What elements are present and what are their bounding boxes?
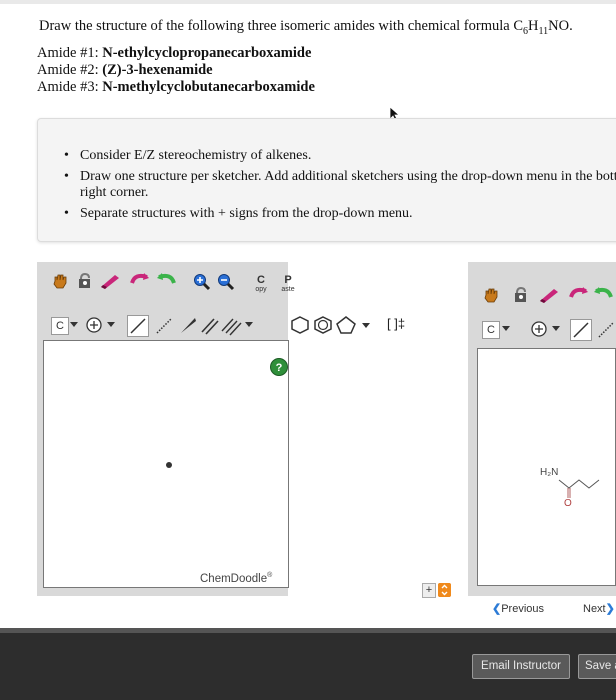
chevron-down-icon[interactable] — [502, 326, 510, 332]
amide-list: Amide #1: N-ethylcyclopropanecarboxamide… — [37, 45, 315, 96]
hand-icon[interactable] — [51, 272, 69, 290]
eraser-icon[interactable] — [99, 272, 123, 290]
top-strip — [0, 0, 616, 4]
question-suffix: NO. — [548, 18, 573, 34]
chevron-down-icon[interactable] — [107, 322, 115, 328]
cyclohexane-icon[interactable] — [291, 316, 309, 334]
benzene-icon[interactable] — [314, 316, 332, 334]
help-icon[interactable]: ? — [269, 357, 289, 377]
element-selector[interactable]: C — [51, 317, 69, 335]
lasso-icon[interactable] — [76, 272, 94, 290]
oxygen-label: O — [564, 498, 572, 509]
ring-toolbar — [291, 316, 370, 334]
chevron-down-icon[interactable] — [245, 322, 253, 328]
copy-button[interactable]: C opy — [251, 274, 271, 296]
question-text: Draw the structure of the following thre… — [39, 18, 573, 37]
charge-plus-icon[interactable] — [530, 320, 548, 338]
redo-icon[interactable] — [155, 271, 177, 289]
amide-2: Amide #2: (Z)-3-hexenamide — [37, 62, 213, 78]
redo-icon[interactable] — [592, 285, 614, 303]
footer-edge — [0, 628, 616, 633]
bracket-tool[interactable]: [ ]‡ — [387, 316, 405, 331]
wedge-bond-icon[interactable] — [178, 316, 198, 336]
instruction-item: • Separate structures with + signs from t… — [64, 206, 413, 221]
atom-dot — [166, 462, 172, 468]
chevron-left-icon: ❮ — [492, 603, 502, 615]
paste-button[interactable]: P aste — [278, 274, 298, 296]
eraser-icon[interactable] — [538, 286, 562, 304]
previous-button[interactable]: ❮Previous — [492, 602, 544, 615]
amide-1: Amide #1: N-ethylcyclopropanecarboxamide — [37, 45, 312, 61]
hashed-bond-icon[interactable] — [596, 320, 616, 340]
zoom-in-icon[interactable] — [193, 273, 211, 291]
undo-icon[interactable] — [568, 285, 590, 303]
instructions-box: • Consider E/Z stereochemistry of alkenes… — [37, 118, 616, 242]
email-instructor-button[interactable]: Email Instructor — [472, 654, 570, 679]
double-bond-icon[interactable] — [200, 316, 220, 336]
instruction-item: • Draw one structure per sketcher. Add ad… — [64, 169, 616, 200]
formula-subscript-11: 11 — [538, 26, 549, 37]
save-button[interactable]: Save a — [578, 654, 616, 679]
formula-h: H — [528, 18, 539, 34]
chevron-down-icon[interactable] — [70, 322, 78, 328]
zoom-out-icon[interactable] — [217, 273, 235, 291]
hashed-bond-icon[interactable] — [154, 316, 174, 336]
lasso-icon[interactable] — [512, 286, 530, 304]
single-bond-icon[interactable] — [570, 319, 592, 341]
hand-icon[interactable] — [482, 286, 500, 304]
chevron-right-icon: ❯ — [605, 603, 615, 615]
triple-bond-icon[interactable] — [220, 316, 244, 336]
element-selector[interactable]: C — [482, 321, 500, 339]
charge-plus-icon[interactable] — [85, 316, 103, 334]
cyclopentane-icon[interactable] — [336, 316, 356, 334]
add-plus-button[interactable]: + — [422, 583, 436, 598]
undo-icon[interactable] — [129, 271, 151, 289]
amide-3: Amide #3: N-methylcyclobutanecarboxamide — [37, 79, 315, 95]
chemdoodle-watermark: ChemDoodle® — [200, 572, 273, 585]
chevron-down-icon[interactable] — [552, 326, 560, 332]
sketcher-dropdown-button[interactable] — [438, 583, 451, 597]
question-prefix: Draw the structure of the following thre… — [39, 18, 523, 34]
chevron-down-icon[interactable] — [362, 323, 370, 328]
formula-subscript-6: 6 — [523, 26, 528, 37]
instruction-item: • Consider E/Z stereochemistry of alkenes… — [64, 148, 312, 163]
next-button[interactable]: Next❯ — [583, 602, 615, 615]
svg-text:?: ? — [276, 362, 283, 374]
single-bond-icon[interactable] — [127, 315, 149, 337]
